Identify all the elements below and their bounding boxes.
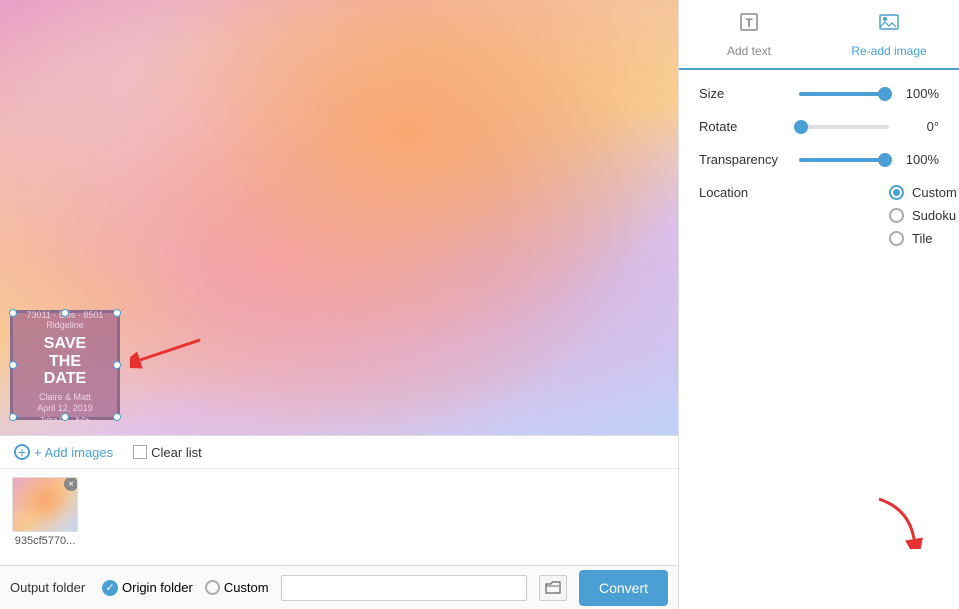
file-item: × 935cf5770... [10,477,80,547]
file-thumbnail[interactable]: × [12,477,78,532]
size-fill [799,92,885,96]
transparency-thumb[interactable] [878,153,892,167]
tile-location-label: Tile [912,231,932,246]
rotate-value: 0° [899,119,939,134]
custom-radio-fill [893,189,900,196]
location-row: Location Custom Sudoku [699,185,939,246]
clear-list-label: Clear list [151,445,202,460]
custom-folder-option[interactable]: Custom [205,580,269,595]
rotate-label: Rotate [699,119,789,134]
svg-text:T: T [745,16,753,30]
rotate-row: Rotate 0° [699,119,939,134]
watermark-stamp[interactable]: 73011 · Ellis · 8501 Ridgeline SAVETHEDA… [10,310,120,420]
resize-handle-tm[interactable] [61,309,69,317]
transparency-track [799,158,889,162]
resize-handle-rm[interactable] [113,361,121,369]
app-container: 73011 · Ellis · 8501 Ridgeline SAVETHEDA… [0,0,959,609]
right-tabs: T Add text Re-add image [679,0,959,70]
resize-handle-br[interactable] [113,413,121,421]
convert-label: Convert [599,580,648,596]
resize-handle-tr[interactable] [113,309,121,317]
origin-folder-option[interactable]: ✓ Origin folder [102,580,193,596]
resize-handle-tl[interactable] [9,309,17,317]
output-folder-label: Output folder [10,580,90,595]
spacer [679,356,959,609]
tile-radio [889,231,904,246]
transparency-label: Transparency [699,152,789,167]
browse-folder-button[interactable] [539,575,567,601]
origin-folder-label: Origin folder [122,580,193,595]
red-arrow-svg [130,330,210,370]
rotate-thumb[interactable] [794,120,808,134]
size-track [799,92,889,96]
add-images-label: + Add images [34,445,113,460]
file-list-area: + + Add images Clear list × 935cf5 [0,435,678,565]
sudoku-location-label: Sudoku [912,208,956,223]
tab-add-text[interactable]: T Add text [679,0,819,70]
size-row: Size 100% [699,86,939,101]
location-option-tile[interactable]: Tile [889,231,957,246]
right-content: Size 100% Rotate [679,70,959,356]
folder-icon [545,581,561,595]
transparency-fill [799,158,885,162]
left-panel: 73011 · Ellis · 8501 Ridgeline SAVETHEDA… [0,0,679,609]
clear-list-button[interactable]: Clear list [133,445,202,460]
right-panel: T Add text Re-add image [679,0,959,609]
convert-button[interactable]: Convert [579,570,668,606]
add-images-button[interactable]: + + Add images [10,442,117,462]
resize-handle-lm[interactable] [9,361,17,369]
size-slider[interactable] [799,92,889,96]
custom-path-input[interactable] [281,575,527,601]
size-value: 100% [899,86,939,101]
arrow-indicator [130,330,210,373]
size-label: Size [699,86,789,101]
size-thumb[interactable] [878,87,892,101]
location-option-custom[interactable]: Custom [889,185,957,200]
file-remove-button[interactable]: × [64,477,78,491]
transparency-row: Transparency 100% [699,152,939,167]
file-name: 935cf5770... [10,535,80,547]
add-text-tab-label: Add text [727,44,771,58]
output-footer: Output folder ✓ Origin folder Custom [0,565,678,609]
add-text-icon: T [737,10,761,40]
resize-handle-bm[interactable] [61,413,69,421]
checkbox-icon [133,445,147,459]
transparency-value: 100% [899,152,939,167]
main-area: 73011 · Ellis · 8501 Ridgeline SAVETHEDA… [0,0,959,609]
readd-image-icon [877,10,901,40]
rotate-track [799,125,889,129]
custom-folder-label: Custom [224,580,269,595]
add-icon: + [14,444,30,460]
tab-readd-image[interactable]: Re-add image [819,0,959,70]
canvas-area: 73011 · Ellis · 8501 Ridgeline SAVETHEDA… [0,0,678,435]
convert-arrow-svg [869,489,929,549]
file-items: × 935cf5770... [0,469,678,555]
custom-radio [889,185,904,200]
custom-radio-circle [205,580,220,595]
resize-handle-bl[interactable] [9,413,17,421]
rotate-slider[interactable] [799,125,889,129]
location-option-sudoku[interactable]: Sudoku [889,208,957,223]
location-label: Location [699,185,789,200]
readd-image-tab-label: Re-add image [851,44,926,58]
file-toolbar: + + Add images Clear list [0,436,678,469]
custom-location-label: Custom [912,185,957,200]
origin-folder-check-icon: ✓ [102,580,118,596]
transparency-slider[interactable] [799,158,889,162]
location-options: Custom Sudoku Tile [889,185,957,246]
sudoku-radio [889,208,904,223]
stamp-main-text: SAVETHEDATE [44,335,86,388]
